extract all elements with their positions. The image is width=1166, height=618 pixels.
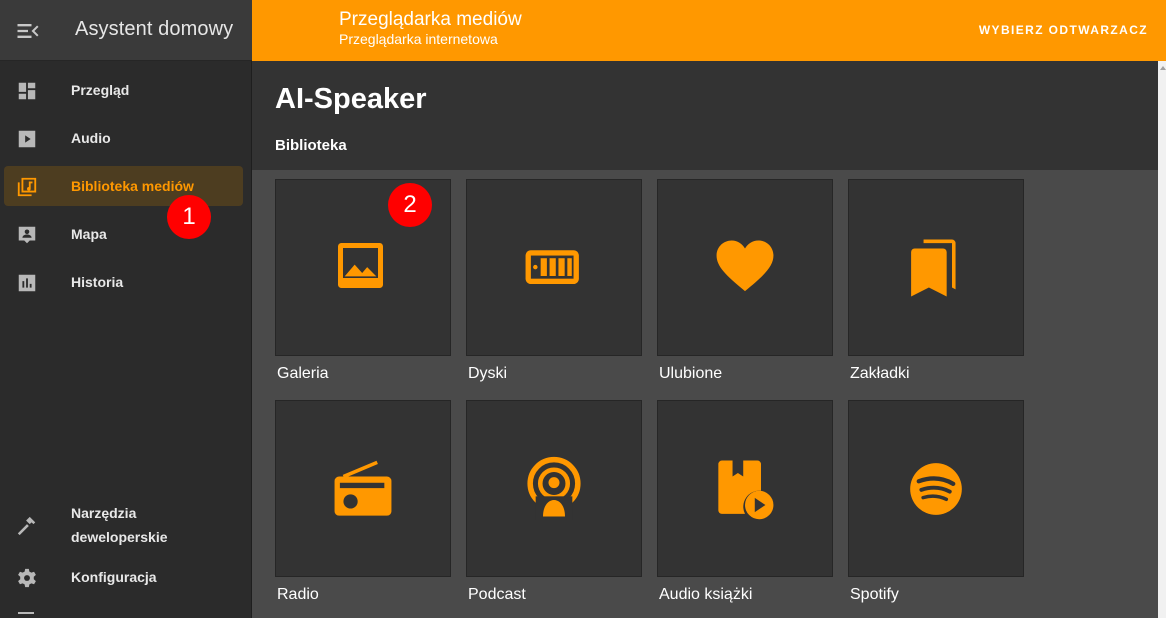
spotify-icon	[910, 462, 962, 515]
tile-podcast[interactable]	[466, 400, 642, 577]
scroll-up-arrow-icon[interactable]	[1160, 66, 1166, 70]
tile-label: Spotify	[850, 586, 899, 603]
topbar-subtitle: Przeglądarka internetowa	[339, 31, 498, 47]
tile-label: Ulubione	[659, 365, 723, 382]
sidebar-item-audio[interactable]: Audio	[4, 118, 243, 158]
sidebar: Asystent domowy Przegląd Audio Bibliotek…	[0, 0, 252, 618]
hammer-icon	[17, 516, 36, 536]
tile-bookmarks[interactable]	[848, 179, 1024, 356]
annotation-badge-2: 2	[388, 183, 432, 227]
tile-label: Audio książki	[659, 586, 753, 603]
breadcrumb[interactable]: Biblioteka	[275, 137, 347, 154]
chart-box-icon	[18, 274, 36, 292]
image-icon	[338, 242, 383, 288]
top-app-bar: Przeglądarka mediów Przeglądarka interne…	[252, 0, 1166, 61]
sidebar-item-label: Przegląd	[71, 82, 130, 98]
topbar-title: Przeglądarka mediów	[339, 9, 522, 30]
podcast-icon	[527, 456, 581, 520]
tile-label: Dyski	[468, 365, 508, 382]
dev-tools-label-line1: Narzędzia	[71, 505, 137, 521]
bookmarks-icon	[911, 239, 956, 296]
sidebar-item-developer-tools[interactable]: Narzędzia deweloperskie	[4, 498, 243, 554]
radio-icon	[334, 460, 392, 516]
gear-icon	[18, 568, 36, 588]
sidebar-item-configuration[interactable]: Konfiguracja	[4, 557, 243, 597]
menu-collapse-icon[interactable]	[14, 17, 42, 45]
dashboard-icon	[18, 82, 36, 100]
nas-drive-icon	[525, 249, 579, 284]
sidebar-item-label: Konfiguracja	[71, 569, 157, 585]
sidebar-item-history[interactable]: Historia	[4, 262, 243, 302]
tile-label: Podcast	[468, 586, 526, 603]
play-box-icon	[18, 130, 36, 148]
scrollbar[interactable]	[1158, 61, 1166, 618]
sidebar-item-label: Audio	[71, 130, 111, 146]
sidebar-item-label: Mapa	[71, 226, 107, 242]
more-items-indicator	[18, 612, 34, 618]
sidebar-item-label: Historia	[71, 274, 124, 290]
tile-spotify[interactable]	[848, 400, 1024, 577]
content-header: AI-Speaker Biblioteka	[252, 61, 1158, 170]
annotation-badge-1: 1	[167, 195, 211, 239]
tile-drives[interactable]	[466, 179, 642, 356]
sidebar-header: Asystent domowy	[0, 0, 252, 61]
heart-icon	[716, 239, 774, 291]
tile-label: Zakładki	[850, 365, 910, 382]
sidebar-item-media-library[interactable]: Biblioteka mediów	[4, 166, 243, 206]
tile-audiobooks[interactable]	[657, 400, 833, 577]
page-title: AI-Speaker	[275, 83, 427, 115]
dev-tools-label-line2: deweloperskie	[71, 529, 168, 545]
tile-label: Radio	[277, 586, 319, 603]
audiobook-icon	[718, 460, 774, 519]
media-library-icon	[17, 177, 37, 197]
tile-favorites[interactable]	[657, 179, 833, 356]
select-player-button[interactable]: WYBIERZ ODTWARZACZ	[979, 23, 1148, 37]
app-title: Asystent domowy	[75, 18, 234, 40]
map-account-icon	[18, 226, 36, 244]
sidebar-item-overview[interactable]: Przegląd	[4, 70, 243, 110]
sidebar-item-label: Biblioteka mediów	[71, 178, 194, 194]
tile-label: Galeria	[277, 365, 329, 382]
tile-radio[interactable]	[275, 400, 451, 577]
